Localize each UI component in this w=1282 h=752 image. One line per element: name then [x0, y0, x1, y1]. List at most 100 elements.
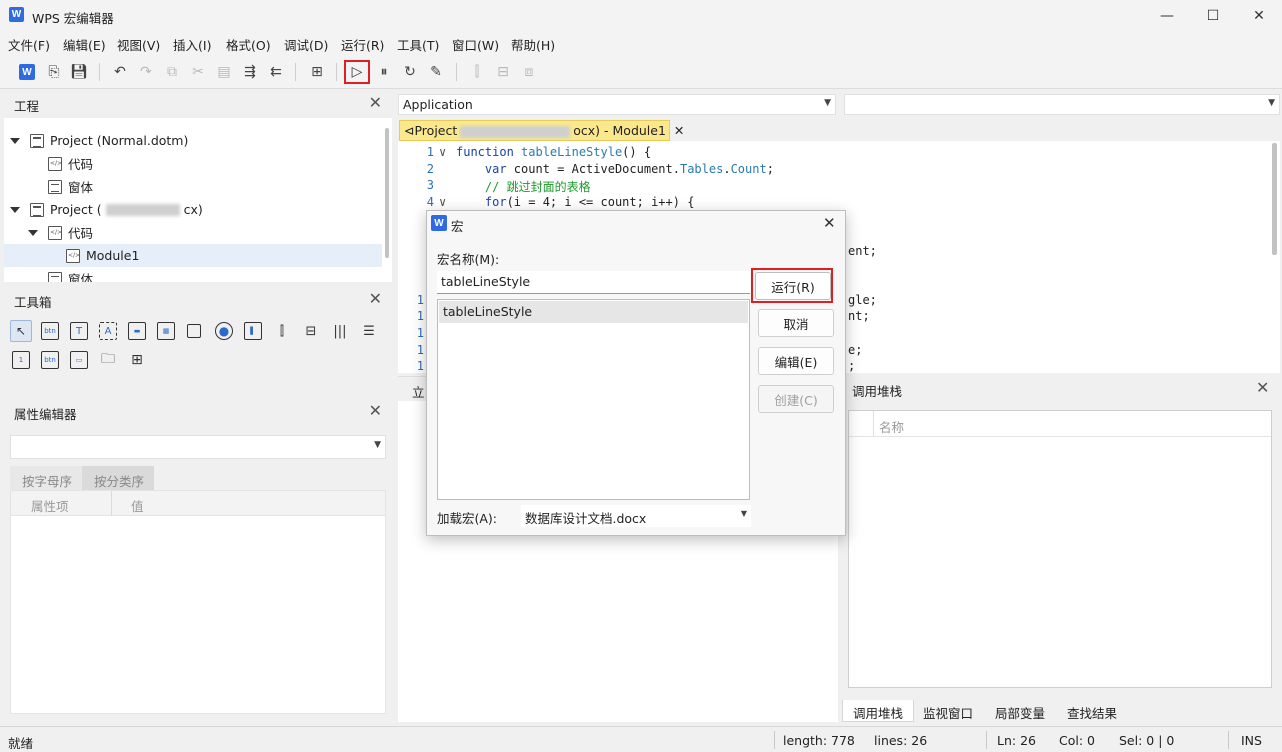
- insert-module-icon[interactable]: ⊞: [306, 61, 328, 83]
- chevron-down-icon[interactable]: [28, 229, 38, 236]
- design-mode-icon[interactable]: ✎: [425, 61, 447, 83]
- macro-list[interactable]: tableLineStyle: [437, 299, 750, 500]
- minimize-button[interactable]: —: [1144, 0, 1190, 31]
- menu-run[interactable]: 运行(R): [341, 35, 384, 54]
- scroll-tool-icon[interactable]: ⊟: [302, 322, 320, 340]
- frame-tool-icon[interactable]: ▬: [128, 322, 146, 340]
- cut-icon[interactable]: ✂: [187, 61, 209, 83]
- menu-edit[interactable]: 编辑(E): [63, 35, 106, 54]
- menu-insert[interactable]: 插入(I): [173, 35, 211, 54]
- redo-icon[interactable]: ↷: [135, 61, 157, 83]
- menu-format[interactable]: 格式(O): [226, 35, 271, 54]
- align-left-icon[interactable]: ⫿: [466, 61, 488, 83]
- property-tab-alpha[interactable]: 按字母序: [10, 466, 82, 490]
- macro-name-value: tableLineStyle: [441, 274, 531, 289]
- object-dropdown[interactable]: Application ▼: [398, 94, 836, 115]
- indent-icon[interactable]: ⇶: [239, 61, 261, 83]
- menu-file[interactable]: 文件(F): [8, 35, 50, 54]
- tree-item-module1[interactable]: Module1: [4, 244, 382, 267]
- macro-name-input[interactable]: tableLineStyle: [437, 271, 750, 294]
- textbox-tool-icon[interactable]: A: [99, 322, 117, 340]
- tree-item-code[interactable]: 代码: [48, 152, 93, 175]
- save-icon[interactable]: 💾︎: [68, 61, 90, 83]
- pause-icon[interactable]: ⏸︎: [373, 61, 395, 83]
- menu-window[interactable]: 窗口(W): [452, 35, 499, 54]
- toggle-tool-icon[interactable]: ▌: [244, 322, 262, 340]
- button-group-tool-icon[interactable]: btn: [41, 351, 59, 369]
- tab-watch[interactable]: 监视窗口: [913, 700, 983, 722]
- tree-item-form[interactable]: 窗体: [48, 267, 93, 282]
- menu-view[interactable]: 视图(V): [117, 35, 160, 54]
- chevron-down-icon[interactable]: [10, 137, 20, 144]
- number-tool-icon[interactable]: 1: [12, 351, 30, 369]
- property-tab-category[interactable]: 按分类序: [82, 466, 154, 490]
- folder-tool-icon[interactable]: 🗀︎: [99, 351, 117, 369]
- tree-item-label: Project (Normal.dotm): [50, 133, 189, 148]
- undo-icon[interactable]: ↶: [109, 61, 131, 83]
- close-icon[interactable]: ✕: [674, 123, 684, 138]
- tree-item-code[interactable]: 代码: [28, 221, 93, 244]
- tab-locals[interactable]: 局部变量: [985, 700, 1055, 722]
- status-column: Col: 0: [1059, 733, 1095, 748]
- export-icon[interactable]: ⎘: [43, 61, 65, 83]
- combo-tool-icon[interactable]: ▦: [157, 322, 175, 340]
- maximize-button[interactable]: ☐: [1190, 0, 1236, 31]
- close-icon[interactable]: ✕: [823, 214, 836, 232]
- distribute-icon[interactable]: ⧈: [518, 61, 540, 83]
- checkbox-tool-icon[interactable]: [187, 324, 201, 338]
- cancel-button[interactable]: 取消: [758, 309, 834, 337]
- barcode-tool-icon[interactable]: |||: [331, 322, 349, 340]
- close-icon[interactable]: ✕: [369, 93, 382, 112]
- menu-debug[interactable]: 调试(D): [284, 35, 328, 54]
- code-fragment: ;: [848, 359, 856, 373]
- close-icon[interactable]: ✕: [369, 289, 382, 308]
- tab-strip-tool-icon[interactable]: ▭: [70, 351, 88, 369]
- tab-callstack[interactable]: 调用堆栈: [842, 700, 915, 722]
- macro-list-item[interactable]: tableLineStyle: [439, 301, 748, 323]
- label-tool-icon[interactable]: T: [70, 322, 88, 340]
- close-window-button[interactable]: ✕: [1236, 0, 1282, 31]
- close-icon[interactable]: ✕: [369, 401, 382, 420]
- tree-item-form[interactable]: 窗体: [48, 175, 93, 198]
- code-token: function: [456, 145, 514, 159]
- reset-icon[interactable]: ↻: [399, 61, 421, 83]
- project-icon: [30, 133, 44, 148]
- outdent-icon[interactable]: ⇇: [265, 61, 287, 83]
- property-object-select[interactable]: ▼: [10, 435, 386, 459]
- tree-item-normal-project[interactable]: Project (Normal.dotm): [10, 129, 188, 152]
- line-number: 2: [426, 161, 434, 176]
- run-icon[interactable]: ▷: [344, 60, 370, 84]
- menu-tools[interactable]: 工具(T): [397, 35, 439, 54]
- spin-tool-icon[interactable]: ⫿: [273, 322, 291, 340]
- wps-document-icon[interactable]: W: [16, 61, 38, 83]
- paste-icon[interactable]: ▤: [213, 61, 235, 83]
- radio-tool-icon[interactable]: ●: [215, 322, 233, 340]
- status-bar: 就绪 length: 778 lines: 26 Ln: 26 Col: 0 S…: [0, 726, 1282, 752]
- tab-find-results[interactable]: 查找结果: [1057, 700, 1127, 722]
- close-icon[interactable]: ✕: [1256, 378, 1269, 397]
- edit-button[interactable]: 编辑(E): [758, 347, 834, 375]
- chevron-down-icon[interactable]: [10, 206, 20, 213]
- list-tool-icon[interactable]: ☰: [360, 322, 378, 340]
- create-button[interactable]: 创建(C): [758, 385, 834, 413]
- load-macro-select[interactable]: 数据库设计文档.docx ▼: [521, 505, 751, 527]
- tree-scrollbar[interactable]: [385, 128, 389, 258]
- pointer-icon[interactable]: ↖: [10, 320, 32, 342]
- run-button[interactable]: 运行(R): [755, 272, 831, 300]
- line-number: 4: [426, 194, 434, 209]
- button-tool-icon[interactable]: btn: [41, 322, 59, 340]
- fold-icon[interactable]: ∨: [439, 145, 446, 159]
- code-token: Tables: [679, 161, 724, 176]
- editor-scrollbar[interactable]: [1272, 143, 1277, 255]
- chevron-down-icon[interactable]: ▼: [374, 440, 381, 450]
- code-fragment: e;: [848, 343, 863, 357]
- code-fragment: nt;: [848, 309, 870, 323]
- tree-item-doc-project[interactable]: Project (cx): [10, 198, 203, 221]
- image-tool-icon[interactable]: ⊞: [128, 351, 146, 369]
- editor-tab-module1[interactable]: ⊲Project ocx) - Module1 ✕: [399, 120, 684, 141]
- menu-help[interactable]: 帮助(H): [511, 35, 555, 54]
- align-center-icon[interactable]: ⊟: [492, 61, 514, 83]
- copy-icon[interactable]: ⧉: [161, 61, 183, 83]
- procedure-dropdown[interactable]: ▼: [844, 94, 1280, 115]
- fold-icon[interactable]: ∨: [439, 195, 446, 209]
